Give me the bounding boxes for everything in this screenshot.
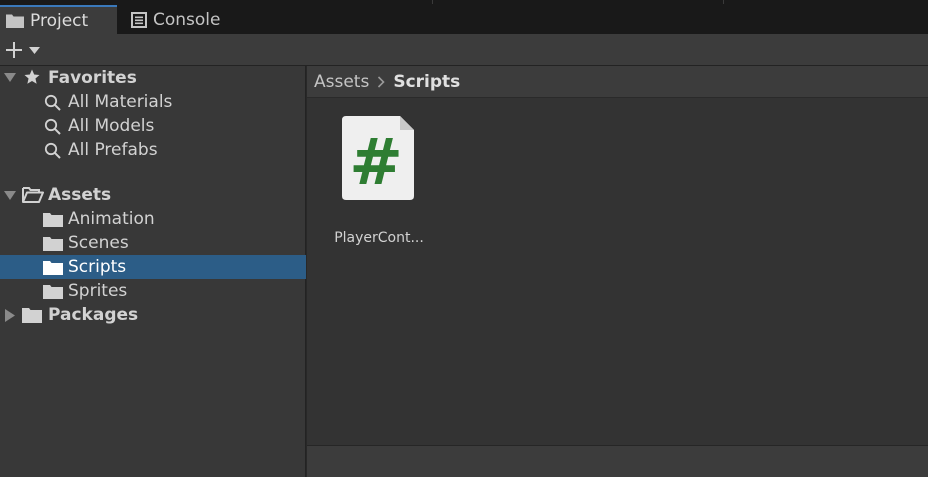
star-icon	[23, 68, 41, 86]
tree-item-scripts[interactable]: Scripts	[0, 255, 306, 279]
tree-item-all-materials[interactable]: All Materials	[0, 90, 306, 114]
asset-label: PlayerCont...	[334, 230, 424, 246]
folder-icon	[43, 212, 63, 227]
tab-label: Console	[153, 9, 221, 30]
asset-grid: # PlayerCont...	[307, 98, 928, 445]
folder-icon	[22, 307, 42, 323]
create-asset-button[interactable]	[4, 38, 44, 62]
tree-item-scenes[interactable]: Scenes	[0, 231, 306, 255]
tree-label: All Materials	[68, 92, 173, 112]
expand-arrow-right-icon[interactable]	[5, 309, 15, 322]
strip-divider	[432, 0, 433, 4]
console-icon	[131, 11, 147, 28]
asset-item-player-controller[interactable]: # PlayerCont...	[327, 116, 431, 246]
folder-icon	[6, 13, 24, 28]
folder-open-icon	[22, 187, 44, 203]
tree-label: Favorites	[48, 68, 137, 88]
breadcrumb: Assets Scripts	[307, 66, 928, 98]
tree-label: Packages	[48, 305, 139, 325]
folder-icon	[43, 236, 63, 251]
tab-console[interactable]: Console	[131, 5, 251, 34]
tree-label: Sprites	[68, 281, 128, 301]
folder-tree-panel: Favorites All Materials All Models All P…	[0, 66, 306, 477]
tree-item-animation[interactable]: Animation	[0, 207, 306, 231]
tree-label: Assets	[48, 185, 112, 205]
breadcrumb-assets[interactable]: Assets	[314, 72, 369, 92]
csharp-script-icon: #	[342, 116, 414, 204]
tree-item-all-models[interactable]: All Models	[0, 114, 306, 138]
tree-item-packages[interactable]: Packages	[0, 303, 306, 327]
strip-divider	[723, 0, 724, 4]
tree-label: All Models	[68, 116, 155, 136]
breadcrumb-scripts[interactable]: Scripts	[393, 72, 460, 92]
caret-down-icon	[29, 46, 40, 54]
chevron-right-icon	[377, 75, 385, 88]
expand-arrow-down-icon[interactable]	[4, 71, 16, 83]
tree-item-favorites[interactable]: Favorites	[0, 66, 306, 90]
asset-footer-bar	[307, 445, 928, 477]
tree-item-assets[interactable]: Assets	[0, 183, 306, 207]
script-glyph: #	[349, 126, 403, 200]
tab-label: Project	[30, 10, 89, 31]
search-icon	[44, 118, 62, 136]
expand-arrow-down-icon[interactable]	[4, 189, 16, 201]
search-icon	[44, 142, 62, 160]
plus-icon	[4, 40, 24, 60]
tab-bar: Project Console	[0, 5, 928, 34]
tree-label: All Prefabs	[68, 140, 158, 160]
project-toolbar	[0, 34, 928, 66]
tree-item-all-prefabs[interactable]: All Prefabs	[0, 138, 306, 162]
folder-icon	[43, 260, 63, 275]
tab-project[interactable]: Project	[0, 5, 117, 34]
asset-browser-panel: Assets Scripts # PlayerCont...	[307, 66, 928, 477]
tree-label: Scripts	[68, 257, 127, 277]
search-icon	[44, 94, 62, 112]
tree-label: Animation	[68, 209, 155, 229]
tree-item-sprites[interactable]: Sprites	[0, 279, 306, 303]
folder-icon	[43, 284, 63, 299]
project-window: Project Console Favorites All Materials …	[0, 0, 928, 477]
tree-label: Scenes	[68, 233, 129, 253]
